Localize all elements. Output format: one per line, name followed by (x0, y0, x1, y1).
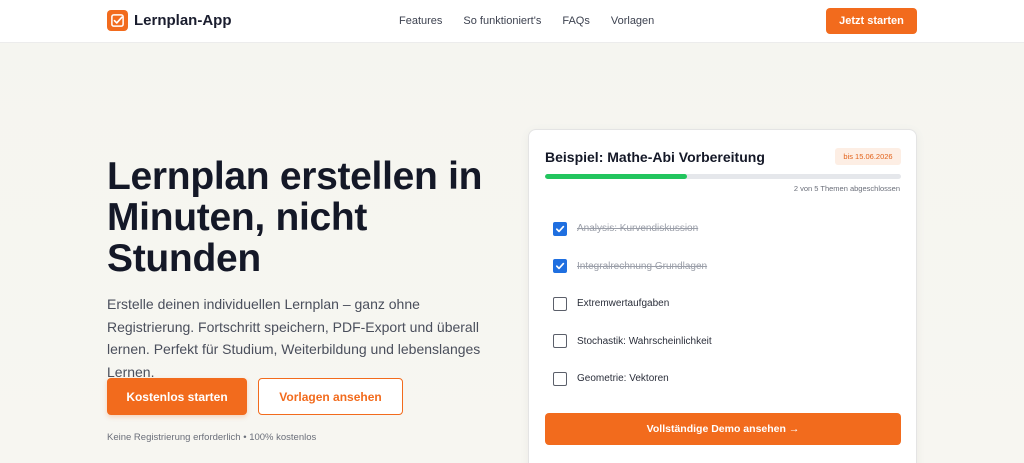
hero-subtitle: Erstelle deinen individuellen Lernplan –… (107, 296, 481, 380)
hero-title: Lernplan erstellen in Minuten, nicht Stu… (107, 155, 483, 280)
topic-checkbox[interactable] (553, 334, 567, 349)
deadline-badge: bis 15.06.2026 (835, 148, 901, 165)
demo-plan-card: Beispiel: Mathe-Abi Vorbereitung bis 15.… (528, 129, 917, 463)
demo-plan-title: Beispiel: Mathe-Abi Vorbereitung (545, 149, 765, 165)
checkmark-icon (555, 225, 565, 232)
topic-checkbox[interactable] (553, 371, 567, 386)
get-started-button[interactable]: Jetzt starten (826, 8, 917, 34)
topic-item[interactable]: Stochastik: Wahrscheinlichkeit (553, 323, 893, 361)
topic-label: Extremwertaufgaben (577, 298, 670, 310)
nav-link-features[interactable]: Features (399, 15, 442, 27)
topic-list: Analysis: Kurvendiskussion Integralrechn… (553, 210, 893, 398)
view-templates-button[interactable]: Vorlagen ansehen (258, 378, 403, 415)
topic-checkbox[interactable] (553, 259, 567, 274)
start-free-button[interactable]: Kostenlos starten (107, 378, 247, 415)
checkmark-icon (555, 263, 565, 270)
brand-logo[interactable]: Lernplan-App (107, 10, 232, 31)
topic-item[interactable]: Analysis: Kurvendiskussion (553, 210, 893, 248)
topic-item[interactable]: Extremwertaufgaben (553, 285, 893, 323)
topic-checkbox[interactable] (553, 296, 567, 311)
topic-checkbox[interactable] (553, 221, 567, 236)
topic-item[interactable]: Geometrie: Vektoren (553, 360, 893, 398)
topic-label: Analysis: Kurvendiskussion (577, 223, 699, 235)
top-navigation: Lernplan-App Features So funktioniert's … (0, 0, 1024, 43)
nav-link-how-it-works[interactable]: So funktioniert's (463, 15, 541, 27)
brand-name: Lernplan-App (134, 12, 232, 29)
nav-link-templates[interactable]: Vorlagen (611, 15, 654, 27)
topic-label: Integralrechnung Grundlagen (577, 260, 708, 272)
topic-label: Stochastik: Wahrscheinlichkeit (577, 335, 712, 347)
hero-note: Keine Registrierung erforderlich • 100% … (107, 432, 317, 443)
progress-bar-fill (545, 174, 688, 179)
progress-text: 2 von 5 Themen abgeschlossen (793, 184, 900, 193)
main-nav: Features So funktioniert's FAQs Vorlagen (399, 15, 675, 27)
checkmark-box-icon (107, 10, 128, 31)
nav-link-faqs[interactable]: FAQs (562, 15, 590, 27)
topic-label: Geometrie: Vektoren (577, 373, 669, 385)
full-demo-button[interactable]: Vollständige Demo ansehen → (545, 413, 901, 445)
topic-item[interactable]: Integralrechnung Grundlagen (553, 248, 893, 286)
progress-bar (545, 174, 901, 179)
